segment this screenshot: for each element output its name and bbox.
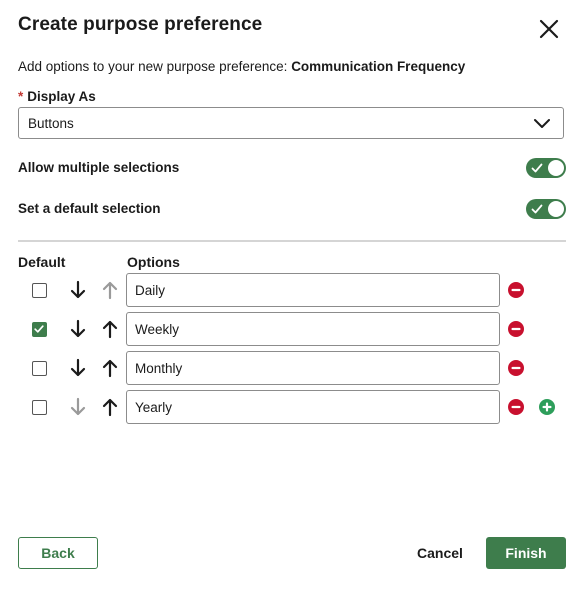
dialog-title: Create purpose preference [18, 14, 263, 35]
toggle-knob [548, 201, 564, 217]
display-as-label: * Display As [18, 89, 96, 104]
remove-option-button[interactable] [507, 281, 525, 299]
required-indicator: * [18, 89, 24, 104]
remove-circle-icon [508, 360, 524, 376]
cancel-button[interactable]: Cancel [410, 537, 470, 569]
default-checkbox[interactable] [32, 322, 47, 337]
default-checkbox[interactable] [32, 283, 47, 298]
purpose-preference-name: Communication Frequency [291, 59, 466, 74]
add-option-button[interactable] [538, 398, 556, 416]
create-purpose-preference-dialog: Create purpose preference Add options to… [0, 0, 584, 594]
arrow-down-icon[interactable] [68, 358, 88, 378]
back-button[interactable]: Back [18, 537, 98, 569]
arrow-down-icon[interactable] [68, 280, 88, 300]
close-button[interactable] [535, 15, 563, 43]
arrow-down-icon[interactable] [68, 319, 88, 339]
check-icon [531, 163, 543, 173]
section-divider [18, 240, 566, 242]
remove-circle-icon [508, 321, 524, 337]
option-input[interactable] [126, 312, 500, 346]
allow-multiple-toggle[interactable] [526, 158, 566, 178]
option-row [0, 390, 584, 424]
remove-option-button[interactable] [507, 359, 525, 377]
set-default-toggle[interactable] [526, 199, 566, 219]
dialog-subtitle: Add options to your new purpose preferen… [18, 59, 465, 74]
display-as-value: Buttons [28, 115, 74, 131]
check-icon [34, 325, 44, 333]
option-row [0, 273, 584, 307]
display-as-select[interactable]: Buttons [18, 107, 564, 139]
option-row [0, 351, 584, 385]
default-checkbox[interactable] [32, 400, 47, 415]
check-icon [531, 204, 543, 214]
chevron-down-icon [534, 119, 550, 128]
remove-circle-icon [508, 282, 524, 298]
option-input[interactable] [126, 390, 500, 424]
arrow-down-icon[interactable] [68, 397, 88, 417]
toggle-knob [548, 160, 564, 176]
set-default-label: Set a default selection [18, 201, 161, 216]
allow-multiple-label: Allow multiple selections [18, 160, 180, 175]
add-circle-icon [539, 399, 555, 415]
option-input[interactable] [126, 273, 500, 307]
arrow-up-icon[interactable] [100, 319, 120, 339]
remove-option-button[interactable] [507, 398, 525, 416]
remove-circle-icon [508, 399, 524, 415]
finish-button[interactable]: Finish [486, 537, 566, 569]
default-checkbox[interactable] [32, 361, 47, 376]
arrow-up-icon[interactable] [100, 397, 120, 417]
close-icon [539, 19, 559, 39]
remove-option-button[interactable] [507, 320, 525, 338]
options-column-header: Options [127, 254, 180, 270]
option-input[interactable] [126, 351, 500, 385]
arrow-up-icon[interactable] [100, 280, 120, 300]
display-as-label-text: Display As [27, 89, 96, 104]
default-column-header: Default [18, 254, 66, 270]
subtitle-prefix: Add options to your new purpose preferen… [18, 59, 288, 74]
arrow-up-icon[interactable] [100, 358, 120, 378]
option-row [0, 312, 584, 346]
